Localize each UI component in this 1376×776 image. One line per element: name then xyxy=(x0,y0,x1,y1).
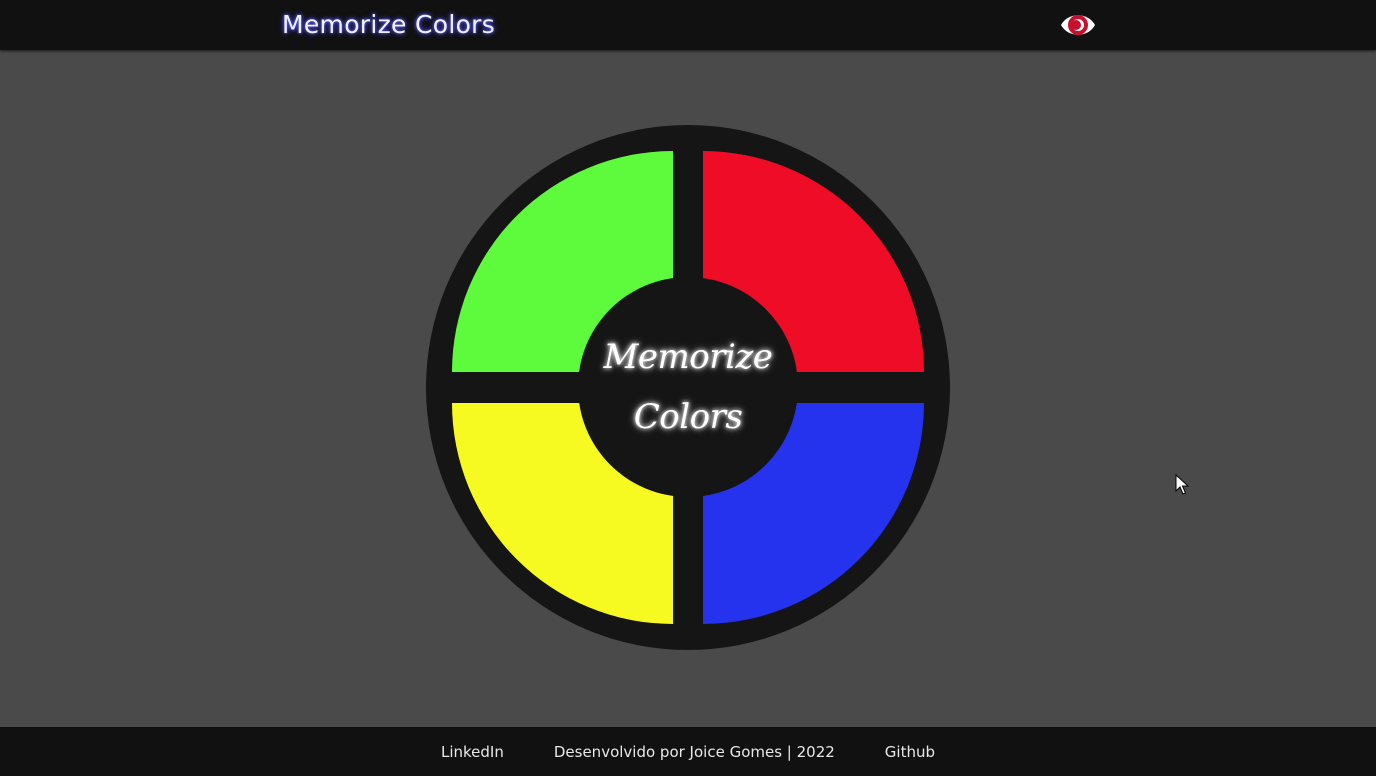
site-title: Memorize Colors xyxy=(282,10,496,39)
game-board: Memorize Colors xyxy=(426,125,950,650)
center-logo-line-1: Memorize xyxy=(603,337,773,377)
center-logo: Memorize Colors xyxy=(578,277,798,497)
footer: LinkedIn Desenvolvido por Joice Gomes | … xyxy=(0,727,1376,776)
top-bar: Memorize Colors xyxy=(0,0,1376,50)
github-link[interactable]: Github xyxy=(885,743,935,761)
footer-credit: Desenvolvido por Joice Gomes | 2022 xyxy=(553,742,835,761)
eye-toggle-button[interactable] xyxy=(1059,9,1097,41)
mouse-pointer-icon xyxy=(1175,474,1189,495)
eye-icon xyxy=(1061,15,1095,35)
linkedin-link[interactable]: LinkedIn xyxy=(441,743,504,761)
center-logo-line-2: Colors xyxy=(633,397,743,437)
